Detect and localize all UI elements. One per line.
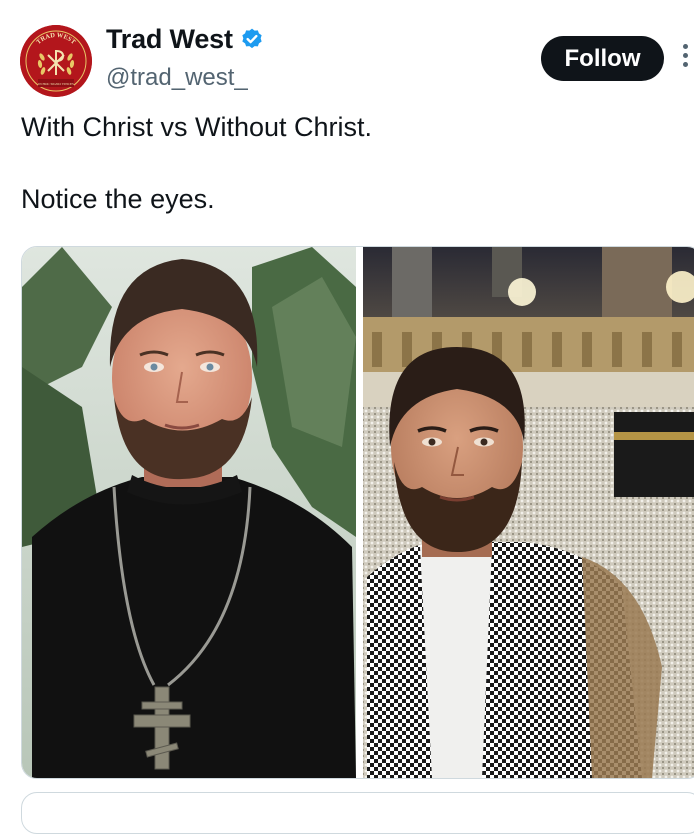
left-photo: [22, 247, 356, 778]
author-name[interactable]: Trad West: [106, 24, 233, 55]
next-tweet-card-edge: [21, 792, 694, 834]
avatar[interactable]: TRAD WEST IN HOC SIGNO VINCES: [20, 25, 92, 97]
more-options-icon[interactable]: [679, 40, 691, 76]
chi-rho-laurel-icon: TRAD WEST IN HOC SIGNO VINCES: [20, 25, 92, 97]
verified-badge-icon: [242, 28, 262, 48]
tweet-media-image[interactable]: [21, 246, 694, 779]
tweet-text-line-1: With Christ vs Without Christ.: [21, 112, 373, 142]
author-handle[interactable]: @trad_west_: [106, 64, 248, 92]
follow-button[interactable]: Follow: [541, 36, 664, 81]
tweet-text-line-2: Notice the eyes.: [21, 184, 215, 214]
right-photo: [363, 247, 694, 778]
avatar-text-bottom: IN HOC SIGNO VINCES: [38, 82, 74, 86]
author-row: Trad West: [106, 24, 265, 55]
